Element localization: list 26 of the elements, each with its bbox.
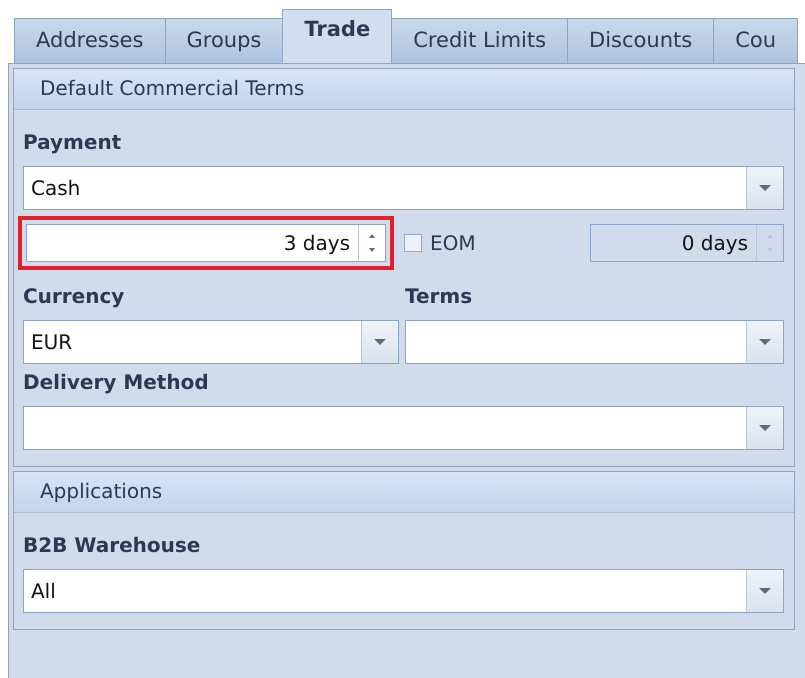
days-spin-field[interactable]: 3 days [26,224,386,262]
dropdown-icon[interactable] [746,407,783,449]
payment-combo[interactable]: Cash [23,166,784,210]
group-title: Default Commercial Terms [14,69,794,110]
dropdown-icon[interactable] [361,321,398,363]
dropdown-icon[interactable] [746,570,783,612]
terms-combo[interactable] [405,320,784,364]
tab[interactable]: Groups [164,18,284,63]
checkbox-label: EOM [430,231,476,255]
warehouse-combo[interactable]: All [23,569,784,613]
group-title: Applications [14,472,794,513]
tab[interactable]: Addresses [14,18,166,63]
tab[interactable]: Credit Limits [391,18,568,63]
field-label: B2B Warehouse [23,532,202,559]
checkbox[interactable] [404,234,422,252]
tab[interactable]: Cou [713,18,798,63]
delivery-method-combo[interactable] [23,406,784,450]
field-label: Terms [405,283,474,310]
field-label: Delivery Method [23,369,210,396]
tab[interactable]: Trade [282,9,392,63]
dropdown-icon[interactable] [746,167,783,209]
field-label: Payment [23,129,122,156]
currency-combo[interactable]: EUR [23,320,399,364]
tab[interactable]: Discounts [567,18,714,63]
dropdown-icon[interactable] [746,321,783,363]
field-label: Currency [23,283,126,310]
